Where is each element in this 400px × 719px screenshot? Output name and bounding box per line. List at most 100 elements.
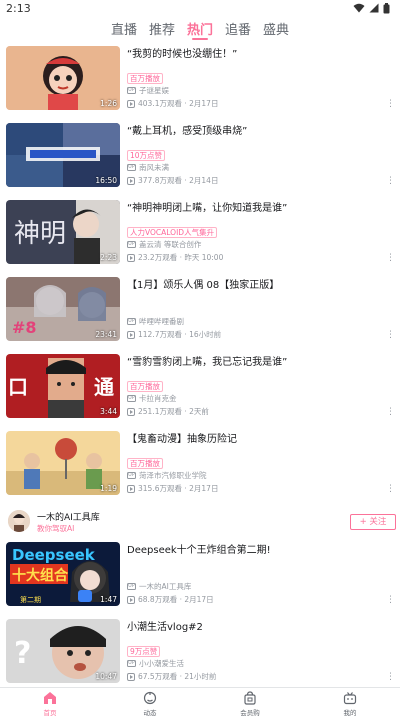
signal-icon xyxy=(369,3,379,13)
more-options-icon[interactable]: ⋮ xyxy=(386,406,395,418)
video-badge: 百万播放 xyxy=(127,458,163,469)
video-uploader[interactable]: UP 菏泽市汽修职业学院 xyxy=(127,470,207,481)
nav-label: 我的 xyxy=(343,709,357,717)
video-badge: 人力VOCALOID人气集升 xyxy=(127,227,218,238)
video-thumbnail[interactable]: 神明 2:23 xyxy=(6,200,120,264)
video-uploader[interactable]: UP 盖云清 等联合创作 xyxy=(127,239,201,250)
play-count-icon xyxy=(127,330,135,339)
bottom-nav: 首页 动态 会员购 我的 xyxy=(0,687,400,719)
video-title[interactable]: “神明神明闭上嘴，让你知道我是谁” xyxy=(127,201,385,216)
video-card[interactable]: 神明 2:23 “神明神明闭上嘴，让你知道我是谁” 人力VOCALOID人气集升… xyxy=(0,196,400,266)
more-options-icon[interactable]: ⋮ xyxy=(386,252,395,264)
up-icon: UP xyxy=(127,87,136,94)
video-duration: 10:47 xyxy=(95,672,117,681)
video-stats: 23.2万观看 · 昨天 10:00 xyxy=(127,252,223,263)
play-count-icon xyxy=(127,407,135,416)
follow-button[interactable]: + 关注 xyxy=(350,514,396,530)
video-title[interactable]: “戴上耳机，感受顶级串烧” xyxy=(127,124,385,139)
video-duration: 1:26 xyxy=(100,99,117,108)
video-card[interactable]: 1:26 “我剪的时候也没绷住！” 百万播放 UP 子谜星娱 403.1万观看 ·… xyxy=(0,42,400,112)
wifi-icon xyxy=(353,3,365,13)
status-icons xyxy=(353,2,390,14)
more-options-icon[interactable]: ⋮ xyxy=(386,594,395,606)
video-thumbnail[interactable]: #8 23:41 xyxy=(6,277,120,341)
video-title[interactable]: “我剪的时候也没绷住！” xyxy=(127,47,385,62)
video-duration: 1:19 xyxy=(100,484,117,493)
more-options-icon[interactable]: ⋮ xyxy=(386,98,395,110)
nav-label: 首页 xyxy=(43,709,57,717)
svg-text:口: 口 xyxy=(8,375,28,399)
video-stats: 112.7万观看 · 16小时前 xyxy=(127,329,221,340)
video-card[interactable]: 1:19 【鬼畜动漫】抽象历险记 百万播放 UP 菏泽市汽修职业学院 315.6万… xyxy=(0,427,400,497)
up-card-header[interactable]: 一木的AI工具库 教你驾驭AI + 关注 xyxy=(0,506,400,538)
dynamic-icon xyxy=(143,691,157,705)
video-card[interactable]: 口 通 3:44 “雪豹雪豹闭上嘴，我已忘记我是谁” 百万播放 UP 卡拉肖克金 2… xyxy=(0,350,400,420)
video-stats: 403.1万观看 · 2月17日 xyxy=(127,98,218,109)
nav-shop[interactable]: 会员购 xyxy=(200,688,300,719)
video-title[interactable]: “雪豹雪豹闭上嘴，我已忘记我是谁” xyxy=(127,355,385,370)
video-title[interactable]: 【鬼畜动漫】抽象历险记 xyxy=(127,432,385,447)
nav-home[interactable]: 首页 xyxy=(0,688,100,719)
video-uploader[interactable]: UP 南风未满 xyxy=(127,162,169,173)
up-name[interactable]: 一木的AI工具库 xyxy=(37,510,100,523)
video-card[interactable]: Deepseek 十大组合 第二期 1:47 Deepseek十个王炸组合第二期! … xyxy=(0,538,400,608)
video-thumbnail[interactable]: 1:26 xyxy=(6,46,120,110)
nav-dynamic[interactable]: 动态 xyxy=(100,688,200,719)
video-title[interactable]: Deepseek十个王炸组合第二期! xyxy=(127,543,385,558)
nav-label: 动态 xyxy=(143,709,157,717)
more-options-icon[interactable]: ⋮ xyxy=(386,671,395,683)
tab-live[interactable]: 直播 xyxy=(111,16,137,42)
shop-bag-icon xyxy=(244,691,256,705)
video-thumbnail[interactable]: 口 通 3:44 xyxy=(6,354,120,418)
tab-anime[interactable]: 追番 xyxy=(225,16,251,42)
video-stats: 67.5万观看 · 21小时前 xyxy=(127,671,216,682)
top-tabs: 直播 推荐 热门 追番 盛典 xyxy=(0,16,400,42)
video-uploader[interactable]: UP 一木的AI工具库 xyxy=(127,581,191,592)
up-icon: UP xyxy=(127,660,136,667)
up-icon: UP xyxy=(127,395,136,402)
tab-active-indicator xyxy=(191,38,208,40)
video-thumbnail[interactable]: 16:50 xyxy=(6,123,120,187)
video-thumbnail[interactable]: ? 10:47 xyxy=(6,619,120,683)
video-title[interactable]: 【1月】颂乐人偶 08【独家正版】 xyxy=(127,278,385,293)
up-icon: UP xyxy=(127,583,136,590)
tab-recommend[interactable]: 推荐 xyxy=(149,16,175,42)
up-icon: UP xyxy=(127,472,136,479)
video-title[interactable]: 小潮生活vlog#2 xyxy=(127,620,385,635)
video-stats: 68.8万观看 · 2月17日 xyxy=(127,594,214,605)
avatar[interactable] xyxy=(8,510,30,532)
svg-text:神明: 神明 xyxy=(14,219,66,249)
more-options-icon[interactable]: ⋮ xyxy=(386,329,395,341)
svg-text:十大组合: 十大组合 xyxy=(12,567,69,584)
play-count-icon xyxy=(127,99,135,108)
video-uploader[interactable]: UP 哔哩哔哩番剧 xyxy=(127,316,184,327)
video-badge: 百万播放 xyxy=(127,73,163,84)
up-icon: UP xyxy=(127,318,136,325)
video-duration: 3:44 xyxy=(100,407,117,416)
video-uploader[interactable]: UP 小小潮爱生活 xyxy=(127,658,184,669)
video-card[interactable]: #8 23:41 【1月】颂乐人偶 08【独家正版】 UP 哔哩哔哩番剧 112.… xyxy=(0,273,400,343)
video-uploader[interactable]: UP 卡拉肖克金 xyxy=(127,393,177,404)
more-options-icon[interactable]: ⋮ xyxy=(386,175,395,187)
video-card[interactable]: ? 10:47 小潮生活vlog#2 9万点赞 UP 小小潮爱生活 67.5万观看… xyxy=(0,615,400,685)
video-thumbnail[interactable]: 1:19 xyxy=(6,431,120,495)
video-stats: 315.6万观看 · 2月17日 xyxy=(127,483,218,494)
video-duration: 16:50 xyxy=(95,176,117,185)
video-uploader[interactable]: UP 子谜星娱 xyxy=(127,85,169,96)
play-count-icon xyxy=(127,484,135,493)
nav-mine[interactable]: 我的 xyxy=(300,688,400,719)
video-card[interactable]: 16:50 “戴上耳机，感受顶级串烧” 10万点赞 UP 南风未满 377.8万观… xyxy=(0,119,400,189)
play-count-icon xyxy=(127,253,135,262)
video-badge: 10万点赞 xyxy=(127,150,166,161)
video-stats: 377.8万观看 · 2月14日 xyxy=(127,175,218,186)
tab-hot[interactable]: 热门 xyxy=(187,16,213,42)
svg-text:通: 通 xyxy=(94,375,114,399)
video-feed[interactable]: 1:26 “我剪的时候也没绷住！” 百万播放 UP 子谜星娱 403.1万观看 ·… xyxy=(0,42,400,687)
more-options-icon[interactable]: ⋮ xyxy=(386,483,395,495)
up-subtitle: 教你驾驭AI xyxy=(37,524,75,533)
svg-text:Deepseek: Deepseek xyxy=(12,546,96,564)
video-thumbnail[interactable]: Deepseek 十大组合 第二期 1:47 xyxy=(6,542,120,606)
battery-icon xyxy=(383,2,390,13)
up-icon: UP xyxy=(127,164,136,171)
tab-ceremony[interactable]: 盛典 xyxy=(263,16,289,42)
